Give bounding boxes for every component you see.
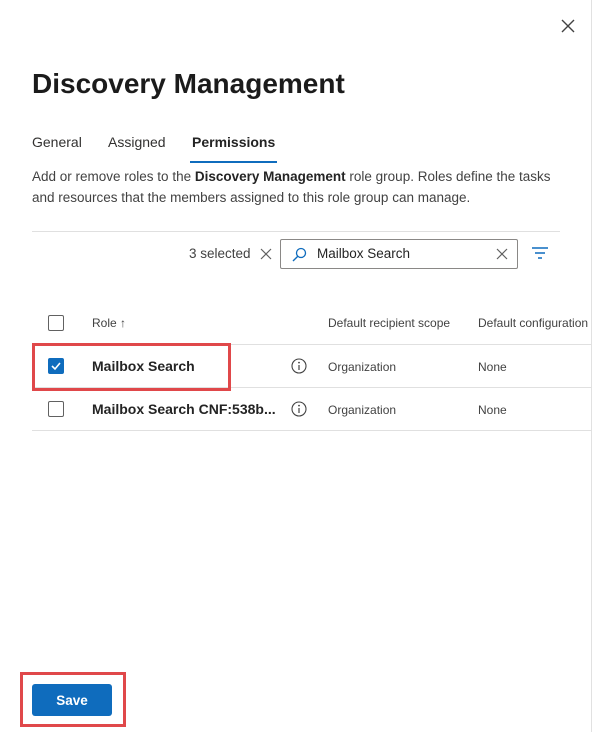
tab-general[interactable]: General	[32, 134, 82, 150]
description-prefix: Add or remove roles to the	[32, 169, 195, 184]
tab-permissions-label: Permissions	[192, 134, 276, 150]
info-icon[interactable]	[291, 401, 307, 417]
page-title: Discovery Management	[32, 68, 345, 99]
active-tab-indicator	[190, 161, 278, 163]
info-icon[interactable]	[291, 358, 307, 374]
description-divider	[32, 231, 560, 232]
selected-count: 3 selected	[189, 246, 251, 261]
tab-assigned[interactable]: Assigned	[108, 134, 166, 150]
search-clear-icon[interactable]	[495, 247, 509, 261]
role-name-mailbox-search[interactable]: Mailbox Search	[92, 358, 195, 374]
row-divider	[32, 387, 592, 388]
row-scope: Organization	[328, 360, 397, 374]
row-config: None	[478, 360, 507, 374]
search-input[interactable]: Mailbox Search	[280, 239, 518, 269]
row-checkbox[interactable]	[48, 401, 64, 417]
close-icon[interactable]	[556, 14, 580, 38]
filter-icon[interactable]	[531, 246, 549, 260]
description-group-name: Discovery Management	[194, 169, 346, 184]
row-config: None	[478, 403, 507, 417]
search-icon	[291, 247, 307, 263]
column-header-config[interactable]: Default configuration	[478, 316, 588, 330]
tab-permissions[interactable]: Permissions	[190, 134, 278, 163]
column-header-scope[interactable]: Default recipient scope	[328, 316, 450, 330]
role-name-mailbox-search-cnf[interactable]: Mailbox Search CNF:538b...	[92, 401, 276, 417]
role-group-panel: Discovery Management General Assigned Pe…	[0, 0, 592, 732]
row-scope: Organization	[328, 403, 397, 417]
permissions-description: Add or remove roles to the Discovery Man…	[32, 166, 552, 208]
save-button[interactable]: Save	[32, 684, 112, 716]
header-divider	[32, 344, 592, 345]
search-value: Mailbox Search	[317, 246, 411, 261]
row-checkbox-checked[interactable]	[48, 358, 64, 374]
column-header-role[interactable]: Role ↑	[92, 316, 126, 330]
clear-selection-icon[interactable]	[258, 246, 274, 262]
select-all-checkbox[interactable]	[48, 315, 64, 331]
row-divider	[32, 430, 592, 431]
